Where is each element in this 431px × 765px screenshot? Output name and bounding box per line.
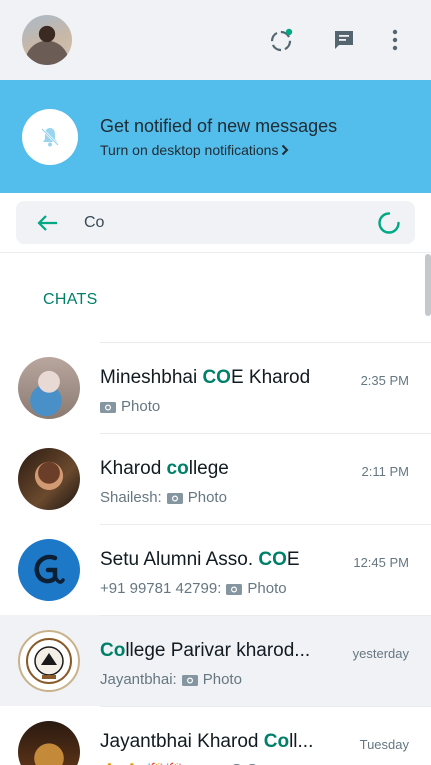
chat-preview: Shailesh: Photo [100, 489, 227, 506]
chat-name: College Parivar kharod... [100, 640, 311, 661]
college-seal-icon [26, 638, 72, 684]
notification-subtitle: Turn on desktop notifications [100, 142, 279, 158]
my-profile-avatar[interactable] [22, 15, 72, 65]
notification-banner[interactable]: Get notified of new messages Turn on des… [0, 80, 431, 193]
chat-name: Mineshbhai COE Kharod [100, 367, 311, 388]
chat-preview: Photo [100, 398, 160, 415]
chat-row-college-parivar[interactable]: College Parivar kharod... yesterday Jaya… [0, 615, 431, 706]
chat-row-kharod-college[interactable]: Kharod college 2:11 PM Shailesh: Photo [0, 433, 431, 524]
new-chat-button[interactable] [313, 20, 375, 60]
match-highlight: Co [100, 640, 126, 661]
camera-icon [181, 674, 198, 686]
bell-off-icon [41, 127, 59, 146]
chat-time: Tuesday [359, 737, 409, 752]
sender-name: Shailesh: [100, 489, 162, 506]
match-highlight: Co [263, 731, 290, 752]
sender-name: +91 99781 42799: [100, 580, 222, 597]
chat-name: Setu Alumni Asso. COE [100, 549, 300, 570]
chat-row-setu-alumni[interactable]: Setu Alumni Asso. COE 12:45 PM +91 99781… [0, 524, 431, 615]
search-box [16, 201, 415, 244]
match-highlight: CO [258, 549, 287, 570]
app-header [0, 0, 431, 80]
search-bar [0, 193, 431, 253]
avatar [18, 357, 80, 419]
community-status-icon [270, 28, 293, 52]
match-highlight: CO [202, 367, 231, 388]
sender-name: Jayantbhai: [100, 671, 177, 688]
chevron-right-icon [282, 144, 289, 156]
group-logo-icon [34, 554, 65, 584]
chat-time: 12:45 PM [353, 555, 409, 570]
loading-spinner-icon [378, 211, 400, 234]
new-chat-icon [335, 31, 353, 49]
avatar [18, 539, 80, 601]
match-highlight: co [166, 458, 189, 479]
header-actions [251, 20, 415, 60]
avatar [18, 630, 80, 692]
status-button[interactable] [251, 20, 313, 60]
camera-icon [100, 401, 116, 413]
avatar [18, 721, 80, 765]
chats-section-heading: CHATS [43, 291, 98, 308]
notification-title: Get notified of new messages [100, 116, 338, 136]
chat-row-mineshbhai[interactable]: Mineshbhai COE Kharod 2:35 PM Photo [0, 342, 431, 433]
chat-time: 2:11 PM [361, 464, 409, 479]
chat-row-jayantbhai[interactable]: Jayantbhai Kharod Coll... Tuesday 🙏 🙏 🎉🎉… [0, 706, 431, 765]
enable-notifications-link[interactable]: Turn on desktop notifications [100, 142, 337, 158]
menu-dots-icon [392, 29, 398, 51]
notification-bell-badge [22, 108, 78, 165]
avatar [18, 448, 80, 510]
chat-list: Mineshbhai COE Kharod 2:35 PM Photo Khar… [0, 342, 431, 765]
chat-name: Kharod college [100, 458, 229, 479]
back-arrow-icon[interactable] [36, 214, 58, 232]
camera-icon [166, 492, 183, 504]
chat-preview: +91 99781 42799: Photo [100, 580, 287, 597]
scrollbar-thumb[interactable] [425, 254, 431, 316]
camera-icon [226, 583, 243, 595]
chat-time: yesterday [352, 646, 409, 661]
search-input[interactable] [84, 207, 377, 238]
chat-name: Jayantbhai Kharod Coll... [100, 731, 314, 752]
menu-button[interactable] [375, 20, 415, 60]
chat-preview: Jayantbhai: Photo [100, 671, 242, 688]
chat-time: 2:35 PM [360, 373, 409, 388]
